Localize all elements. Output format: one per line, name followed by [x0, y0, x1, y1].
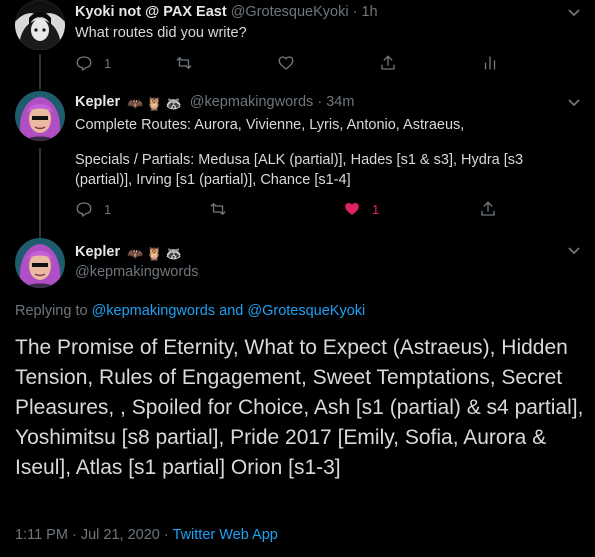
user-handle[interactable]: @kepmakingwords	[75, 264, 199, 280]
retweet-icon	[176, 57, 192, 69]
like-button[interactable]	[277, 53, 295, 73]
tweet-actions: 1 1	[75, 199, 575, 219]
replying-and: and	[219, 303, 244, 319]
analytics-button[interactable]	[481, 53, 499, 73]
like-count: 1	[372, 201, 380, 217]
raccoon-emoji: 🦝	[165, 246, 182, 261]
display-name[interactable]: Kyoki not @ PAX East	[75, 4, 227, 20]
reply-button[interactable]: 1	[75, 199, 111, 219]
tweet-text-line2: Specials / Partials: Medusa [ALK (partia…	[75, 152, 524, 168]
tweet-text-line1: Complete Routes: Aurora, Vivienne, Lyris…	[75, 117, 465, 133]
analytics-icon	[484, 56, 496, 70]
separator: ·	[71, 527, 77, 543]
share-button[interactable]	[479, 199, 497, 219]
avatar[interactable]	[15, 238, 65, 288]
mention-link[interactable]: @GrotesqueKyoki	[247, 303, 365, 319]
tweet-kepler-reply[interactable]: Kepler 🦇 🦉 🦝 @kepmakingwords · 34m Complet…	[0, 88, 595, 240]
tweet-time[interactable]: 1:11 PM	[15, 527, 68, 543]
user-handle[interactable]: @GrotesqueKyoki	[231, 4, 349, 20]
owl-emoji: 🦉	[146, 96, 163, 111]
timestamp[interactable]: 34m	[326, 94, 354, 110]
user-handle[interactable]: @kepmakingwords	[190, 94, 314, 110]
owl-emoji: 🦉	[146, 246, 163, 261]
tweet-date[interactable]: Jul 21, 2020	[81, 527, 160, 543]
retweet-icon	[210, 203, 226, 215]
tweet-actions: 1	[75, 53, 575, 73]
avatar[interactable]	[15, 91, 65, 141]
reply-count: 1	[104, 55, 112, 71]
separator: ·	[352, 4, 358, 20]
tweet-header: Kepler 🦇 🦉 🦝	[75, 244, 182, 262]
bat-emoji: 🦇	[127, 96, 144, 111]
mention-link[interactable]: @kepmakingwords	[92, 303, 216, 319]
share-icon	[381, 55, 395, 70]
chevron-down-icon[interactable]	[567, 8, 581, 18]
reply-button[interactable]: 1	[75, 53, 111, 73]
raccoon-emoji: 🦝	[165, 96, 182, 111]
tweet-text-line3: (partial)], Irving [s1 (partial)], Chanc…	[75, 172, 351, 188]
share-icon	[481, 201, 495, 216]
chevron-down-icon[interactable]	[567, 246, 581, 256]
retweet-button[interactable]	[209, 199, 227, 219]
heart-icon	[278, 56, 294, 70]
tweet-header: Kyoki not @ PAX East @GrotesqueKyoki · 1…	[75, 4, 378, 20]
thread-line	[39, 148, 41, 240]
reply-icon	[76, 202, 92, 217]
replying-prefix: Replying to	[15, 303, 88, 319]
chevron-down-icon[interactable]	[567, 98, 581, 108]
retweet-button[interactable]	[175, 53, 193, 73]
main-tweet-text: The Promise of Eternity, What to Expect …	[15, 336, 584, 479]
share-button[interactable]	[379, 53, 397, 73]
tweet-header: Kepler 🦇 🦉 🦝 @kepmakingwords · 34m	[75, 94, 354, 112]
display-name[interactable]: Kepler	[75, 244, 120, 260]
heart-filled-icon	[345, 203, 359, 215]
separator: ·	[163, 527, 169, 543]
reply-icon	[76, 56, 92, 71]
avatar[interactable]	[15, 0, 65, 50]
bat-emoji: 🦇	[127, 246, 144, 261]
tweet-text: What routes did you write?	[75, 25, 247, 41]
thread-line	[39, 54, 41, 90]
replying-to: Replying to @kepmakingwords and @Grotesq…	[15, 303, 365, 319]
separator: ·	[317, 94, 323, 110]
timestamp[interactable]: 1h	[361, 4, 377, 20]
tweet-source[interactable]: Twitter Web App	[173, 527, 278, 543]
tweet-kyoki[interactable]: Kyoki not @ PAX East @GrotesqueKyoki · 1…	[0, 0, 595, 90]
like-button[interactable]: 1	[343, 199, 379, 219]
reply-count: 1	[104, 201, 112, 217]
display-name[interactable]: Kepler	[75, 94, 120, 110]
tweet-meta: 1:11 PM · Jul 21, 2020 · Twitter Web App	[15, 527, 278, 543]
